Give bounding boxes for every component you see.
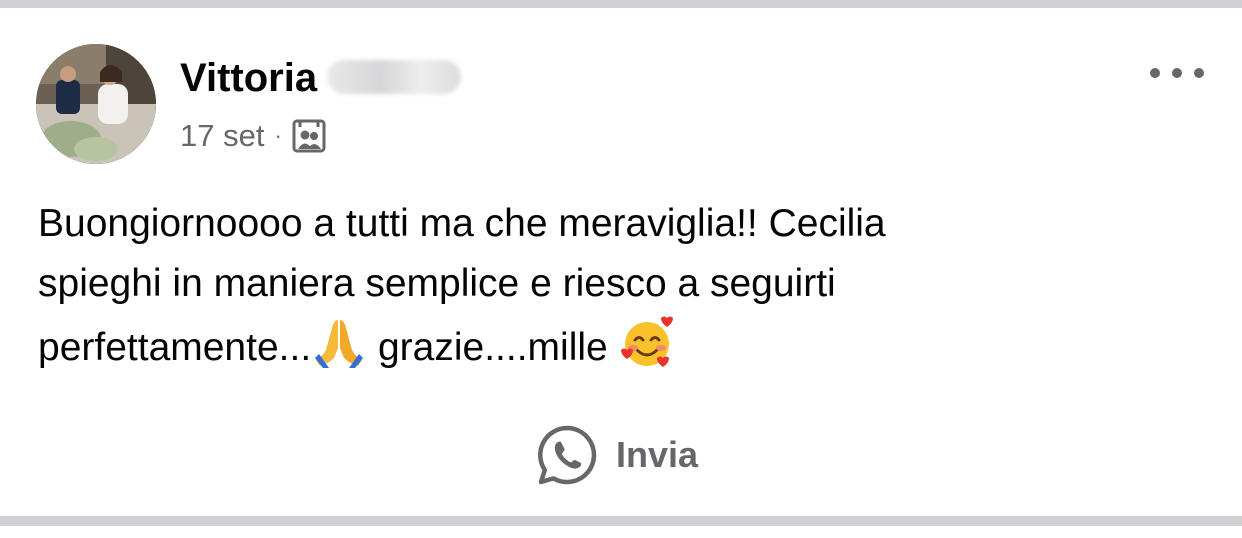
whatsapp-icon — [536, 424, 598, 486]
post-text-line: perfettamente... — [38, 326, 312, 369]
post-text-line: grazie....mille — [367, 326, 619, 369]
post-text-line: Buongiornoooo a tutti ma che meraviglia!… — [38, 202, 886, 245]
author-name[interactable]: Vittoria — [180, 56, 462, 100]
avatar[interactable] — [36, 44, 156, 164]
whatsapp-send-button[interactable]: Invia — [536, 424, 698, 486]
more-options-dot — [1172, 68, 1182, 78]
feed-post: Vittoria 17 set · Buongiornoooo a tutti … — [0, 8, 1242, 516]
post-text-line: spieghi in maniera semplice e riesco a s… — [38, 262, 836, 305]
more-options-dot — [1194, 68, 1204, 78]
feed-separator-bottom — [0, 516, 1242, 526]
smiling-face-with-hearts-emoji — [619, 314, 675, 370]
post-meta: 17 set · — [180, 118, 326, 154]
author-first-name[interactable]: Vittoria — [180, 56, 317, 100]
folded-hands-emoji — [311, 314, 367, 370]
share-label: Invia — [616, 434, 699, 475]
post-timestamp[interactable]: 17 set — [180, 118, 264, 154]
post-body: Buongiornoooo a tutti ma che meraviglia!… — [38, 194, 1208, 378]
more-options-icon — [1150, 68, 1160, 78]
more-options-button[interactable] — [1150, 58, 1204, 88]
author-last-name-redacted — [327, 60, 462, 95]
group-audience-icon — [292, 119, 326, 153]
feed-separator-top — [0, 0, 1242, 8]
meta-separator: · — [274, 123, 282, 148]
